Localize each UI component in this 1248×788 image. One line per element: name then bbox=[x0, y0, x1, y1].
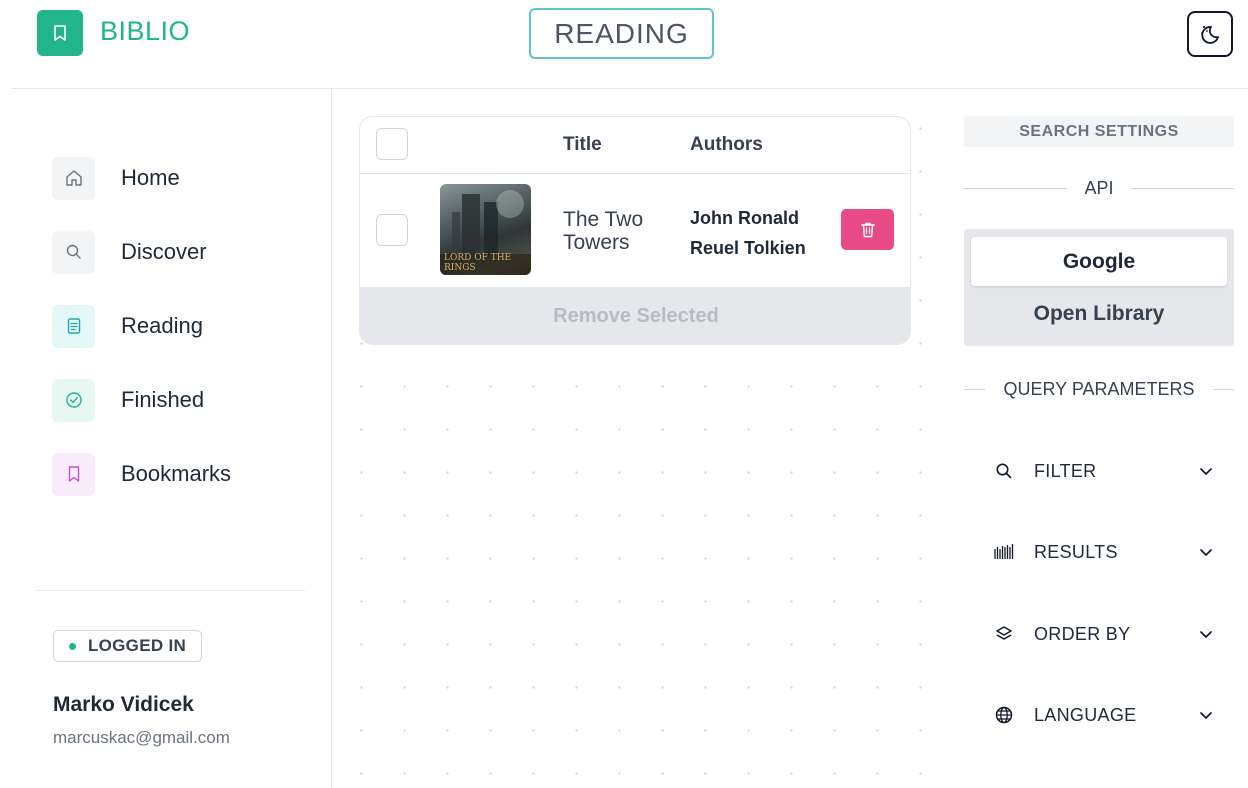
row-checkbox[interactable] bbox=[376, 214, 408, 246]
chevron-down-icon[interactable] bbox=[1195, 704, 1217, 726]
status-badge: LOGGED IN bbox=[53, 630, 202, 662]
chevron-down-icon[interactable] bbox=[1195, 541, 1217, 563]
main-content: Title Authors LORD OF THE RINGS The Two … bbox=[333, 89, 938, 788]
query-parameters-label: QUERY PARAMETERS bbox=[1003, 379, 1195, 399]
user-email: marcuskac@gmail.com bbox=[53, 728, 230, 747]
app-name[interactable]: BIBLIO bbox=[100, 16, 190, 47]
search-settings-panel: SEARCH SETTINGS API Google Open Library … bbox=[939, 89, 1248, 788]
cover-text: LORD OF THE RINGS bbox=[444, 253, 512, 273]
chevron-down-icon[interactable] bbox=[1195, 623, 1217, 645]
globe-icon bbox=[991, 702, 1017, 728]
bookmark-icon bbox=[52, 452, 95, 496]
search-icon bbox=[991, 458, 1017, 484]
api-label: API bbox=[1084, 178, 1114, 198]
status-dot bbox=[68, 642, 76, 650]
search-icon bbox=[52, 230, 95, 274]
param-label: ORDER BY bbox=[1034, 623, 1131, 644]
sidebar-item-label: Reading bbox=[121, 313, 203, 338]
sidebar-item-label: Discover bbox=[121, 239, 207, 264]
sidebar-divider bbox=[37, 590, 305, 591]
home-icon bbox=[52, 156, 95, 200]
sidebar-item-bookmarks[interactable]: Bookmarks bbox=[52, 452, 231, 496]
param-language[interactable]: LANGUAGE bbox=[991, 700, 1217, 730]
sidebar-item-label: Bookmarks bbox=[121, 461, 232, 486]
chevron-down-icon[interactable] bbox=[1195, 460, 1217, 482]
barcode-icon bbox=[991, 539, 1017, 565]
delete-button[interactable] bbox=[841, 209, 894, 250]
search-settings-heading: SEARCH SETTINGS bbox=[964, 116, 1234, 147]
app-header: BIBLIO READING bbox=[0, 0, 1248, 88]
check-circle-icon bbox=[52, 378, 95, 422]
api-option-google[interactable]: Google bbox=[971, 237, 1227, 286]
sidebar: Home Discover Reading Finished Bookmarks… bbox=[0, 89, 332, 788]
api-separator: API bbox=[964, 178, 1235, 199]
param-label: LANGUAGE bbox=[1034, 704, 1137, 725]
theme-toggle-button[interactable] bbox=[1187, 11, 1233, 57]
column-header-authors[interactable]: Authors bbox=[690, 134, 763, 156]
param-label: RESULTS bbox=[1034, 541, 1118, 562]
remove-selected-button[interactable]: Remove Selected bbox=[360, 287, 910, 344]
trash-icon bbox=[860, 222, 875, 237]
sidebar-item-discover[interactable]: Discover bbox=[52, 230, 207, 274]
book-cover[interactable]: LORD OF THE RINGS bbox=[440, 184, 531, 275]
sidebar-item-label: Home bbox=[121, 165, 180, 190]
book-title: The Two Towers bbox=[563, 208, 644, 254]
param-label: FILTER bbox=[1034, 460, 1097, 481]
page-title: READING bbox=[529, 8, 714, 59]
sidebar-item-home[interactable]: Home bbox=[52, 156, 180, 200]
reading-table: Title Authors LORD OF THE RINGS The Two … bbox=[359, 116, 911, 345]
document-icon bbox=[52, 304, 95, 348]
logo-badge[interactable] bbox=[37, 10, 83, 56]
api-selector: Google Open Library bbox=[964, 229, 1234, 346]
sidebar-item-finished[interactable]: Finished bbox=[52, 378, 204, 422]
sidebar-item-label: Finished bbox=[121, 387, 205, 412]
layers-icon bbox=[991, 621, 1017, 647]
param-filter[interactable]: FILTER bbox=[991, 456, 1217, 486]
param-order-by[interactable]: ORDER BY bbox=[991, 619, 1217, 649]
column-header-title[interactable]: Title bbox=[563, 134, 602, 156]
api-option-open-library[interactable]: Open Library bbox=[971, 289, 1227, 338]
bookmark-icon bbox=[54, 25, 66, 41]
user-name: Marko Vidicek bbox=[53, 693, 194, 716]
param-results[interactable]: RESULTS bbox=[991, 537, 1217, 567]
moon-icon bbox=[1201, 26, 1219, 44]
book-authors: John Ronald Reuel Tolkien bbox=[690, 208, 806, 258]
sidebar-item-reading[interactable]: Reading bbox=[52, 304, 203, 348]
table-header-divider bbox=[360, 173, 910, 174]
query-parameters-separator: QUERY PARAMETERS bbox=[964, 379, 1234, 400]
select-all-checkbox[interactable] bbox=[376, 128, 408, 160]
status-text: LOGGED IN bbox=[87, 636, 187, 655]
